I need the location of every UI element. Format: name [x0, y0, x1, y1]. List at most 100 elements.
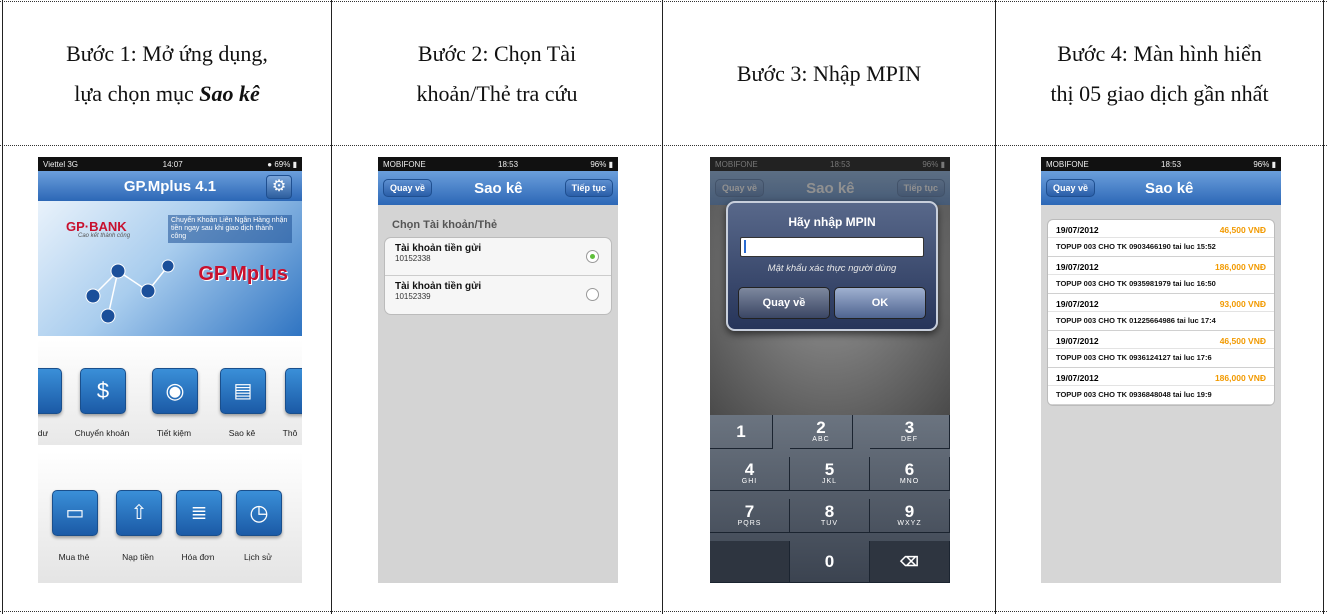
phone-4-screenshot: MOBIFONE 18:53 96% ▮ Quay về Sao kê 19/0…: [1041, 157, 1281, 583]
transaction-date: 19/07/2012: [1056, 336, 1099, 346]
account-number: 10152339: [395, 292, 431, 301]
account-name: Tài khoản tiền gửi: [395, 243, 482, 254]
nav-title: Sao kê: [474, 179, 523, 197]
phone-1-screenshot: Viettel 3G 14:07 ● 69% ▮ GP.Mplus 4.1 ⚙ …: [38, 157, 302, 583]
continue-button[interactable]: Tiếp tục: [564, 179, 613, 197]
transaction-date: 19/07/2012: [1056, 373, 1099, 383]
step-1-line2: lựa chọn mục: [74, 81, 200, 106]
delete-key-icon[interactable]: ⌫: [870, 541, 950, 583]
clock: 18:53: [498, 159, 519, 169]
column-divider: [1323, 0, 1324, 614]
menu-label-buy-card: Mua thẻ: [58, 552, 90, 562]
nav-title: Sao kê: [806, 179, 855, 197]
back-button[interactable]: Quay về: [383, 179, 433, 197]
numeric-keypad: 1 2 ABC 3 DEF 4 GHI 5 JKL 6 MNO 7 PQRS 8 TUV 9W…: [710, 415, 950, 583]
ok-button[interactable]: OK: [834, 287, 926, 319]
key-3[interactable]: 3 DEF: [870, 415, 950, 449]
clock: 18:53: [830, 159, 851, 169]
key-blank: [710, 541, 790, 583]
step-4-line2: thị 05 giao dịch gần nhất: [1050, 81, 1269, 106]
key-9[interactable]: 9 WXYZ: [870, 499, 950, 533]
key-1[interactable]: 1: [710, 415, 773, 449]
back-button: Quay về: [715, 179, 765, 197]
transaction-description: TOPUP 003 CHO TK 01225664986 tai luc 17:…: [1048, 311, 1274, 330]
mpin-input[interactable]: [740, 237, 924, 257]
step-2-caption: Bước 2: Chọn Tài khoản/Thẻ tra cứu: [333, 14, 661, 134]
carrier-label: Viettel 3G: [43, 159, 78, 169]
clock: 14:07: [162, 159, 183, 169]
back-button[interactable]: Quay về: [1046, 179, 1096, 197]
more-icon[interactable]: [285, 368, 302, 414]
step-1-caption: Bước 1: Mở ứng dụng, lựa chọn mục Sao kê: [4, 14, 330, 134]
transaction-amount: 186,000 VNĐ: [1214, 262, 1266, 272]
transaction-list: 19/07/2012 46,500 VNĐ TOPUP 003 CHO TK 090…: [1047, 219, 1275, 406]
account-number: 10152338: [395, 254, 431, 263]
transaction-date: 19/07/2012: [1056, 225, 1099, 235]
key-4[interactable]: 4 GHI: [710, 457, 790, 491]
list-item[interactable]: Tài khoản tiền gửi 10152339: [385, 276, 611, 314]
app-header: GP.Mplus 4.1 ⚙: [38, 171, 302, 201]
history-icon[interactable]: ◷: [236, 490, 282, 536]
statement-icon[interactable]: ▤: [220, 368, 266, 414]
banner-tagline: Cao kết thành công: [78, 233, 131, 239]
table-row[interactable]: 19/07/2012 46,500 VNĐ TOPUP 003 CHO TK 090…: [1048, 220, 1274, 257]
balance-icon[interactable]: [38, 368, 62, 414]
battery-indicator: 96% ▮: [1253, 159, 1276, 169]
bill-icon[interactable]: ≣: [176, 490, 222, 536]
table-top-border: [0, 1, 1327, 2]
carrier-label: MOBIFONE: [715, 159, 758, 169]
phone-2-screenshot: MOBIFONE 18:53 96% ▮ Quay về Sao kê Tiếp…: [378, 157, 618, 583]
cancel-button[interactable]: Quay về: [738, 287, 830, 319]
carrier-label: MOBIFONE: [383, 159, 426, 169]
transaction-date: 19/07/2012: [1056, 299, 1099, 309]
menu-label-transfer: Chuyển khoản: [74, 428, 130, 438]
promo-banner[interactable]: GP·BANK Cao kết thành công Chuyển Khoản …: [38, 201, 302, 336]
key-7[interactable]: 7 PQRS: [710, 499, 790, 533]
radio-selected-icon[interactable]: [586, 250, 599, 263]
table-row[interactable]: 19/07/2012 186,000 VNĐ TOPUP 003 CHO TK 09…: [1048, 368, 1274, 405]
carrier-label: MOBIFONE: [1046, 159, 1089, 169]
network-graphic-icon: [85, 259, 175, 324]
key-2[interactable]: 2 ABC: [790, 415, 853, 449]
header-row-divider: [0, 145, 1327, 146]
column-divider: [2, 0, 3, 614]
continue-button: Tiếp tục: [896, 179, 945, 197]
menu-row-2: ▭ ⇧ ≣ ◷ Mua thẻ Nạp tiền Hóa đơn Lịch sử: [38, 452, 302, 583]
savings-icon[interactable]: ◉: [152, 368, 198, 414]
banner-text: Chuyển Khoản Liên Ngân Hàng nhận tiền ng…: [168, 215, 292, 243]
transaction-description: TOPUP 003 CHO TK 0935981979 tai luc 16:5…: [1048, 274, 1274, 293]
step-1-emphasis: Sao kê: [199, 81, 260, 106]
transaction-amount: 46,500 VNĐ: [1219, 336, 1266, 346]
status-bar: MOBIFONE 18:53 96% ▮: [710, 157, 950, 171]
column-divider: [662, 0, 663, 614]
step-3-line1: Bước 3: Nhập MPIN: [736, 61, 922, 86]
mpin-dialog: Hãy nhập MPIN Mật khẩu xác thực người dù…: [726, 201, 938, 331]
key-6[interactable]: 6 MNO: [870, 457, 950, 491]
gpmplus-logo: GP.Mplus: [198, 263, 288, 285]
gear-icon[interactable]: ⚙: [266, 175, 292, 199]
table-row[interactable]: 19/07/2012 186,000 VNĐ TOPUP 003 CHO TK 09…: [1048, 257, 1274, 294]
status-bar: MOBIFONE 18:53 96% ▮: [378, 157, 618, 171]
phone-3-screenshot: MOBIFONE 18:53 96% ▮ Quay về Sao kê Tiếp…: [710, 157, 950, 583]
nav-bar: Quay về Sao kê: [1041, 171, 1281, 205]
table-row[interactable]: 19/07/2012 93,000 VNĐ TOPUP 003 CHO TK 012…: [1048, 294, 1274, 331]
list-item[interactable]: Tài khoản tiền gửi 10152338: [385, 238, 611, 276]
status-bar: MOBIFONE 18:53 96% ▮: [1041, 157, 1281, 171]
card-purchase-icon[interactable]: ▭: [52, 490, 98, 536]
key-0[interactable]: 0: [790, 541, 870, 583]
column-divider: [995, 0, 996, 614]
transfer-icon[interactable]: $: [80, 368, 126, 414]
table-row[interactable]: 19/07/2012 46,500 VNĐ TOPUP 003 CHO TK 093…: [1048, 331, 1274, 368]
account-name: Tài khoản tiền gửi: [395, 281, 482, 292]
transaction-description: TOPUP 003 CHO TK 0936124127 tai luc 17:6: [1048, 348, 1274, 367]
column-divider: [331, 0, 332, 614]
step-4-caption: Bước 4: Màn hình hiển thị 05 giao dịch g…: [997, 14, 1322, 134]
key-8[interactable]: 8 TUV: [790, 499, 870, 533]
nav-bar: Quay về Sao kê Tiếp tục: [378, 171, 618, 205]
account-list: Tài khoản tiền gửi 10152338 Tài khoản ti…: [384, 237, 612, 315]
key-5[interactable]: 5 JKL: [790, 457, 870, 491]
gpbank-logo: GP·BANK: [66, 219, 127, 234]
step-3-caption: Bước 3: Nhập MPIN: [664, 14, 994, 134]
radio-unselected-icon[interactable]: [586, 288, 599, 301]
top-up-icon[interactable]: ⇧: [116, 490, 162, 536]
